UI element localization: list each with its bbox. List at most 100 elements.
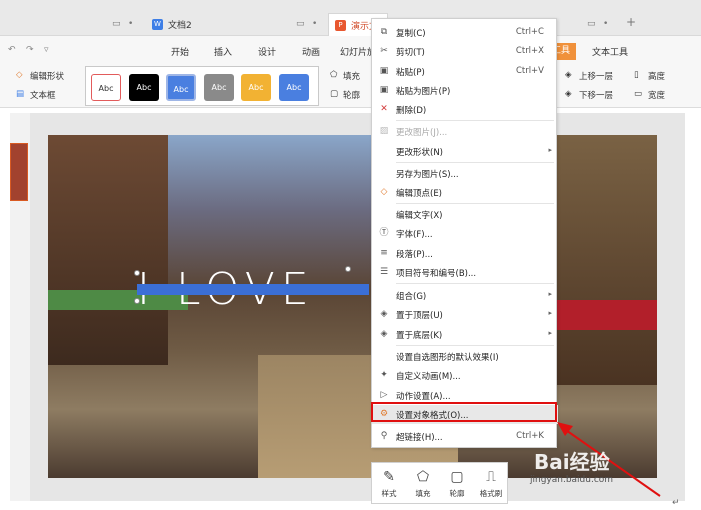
outline-square-icon: ▢ [450, 469, 464, 485]
style-swatch-blue-2[interactable]: Abc [279, 74, 309, 101]
scissors-icon: ✂ [380, 46, 388, 56]
title-bar: ▭ • W 文档2 ▭ • P 演示文 ▭ • + [0, 0, 701, 36]
pin-icon[interactable]: • [312, 19, 317, 29]
selection-handle[interactable] [134, 298, 140, 304]
pin-icon[interactable]: • [128, 19, 133, 29]
textbox-icon[interactable]: ▤ [16, 89, 24, 99]
menu-item-hyperlink[interactable]: ⚲ 超链接(H)... Ctrl+K [372, 427, 558, 446]
style-swatch-blue[interactable]: Abc [166, 74, 196, 101]
paragraph-icon: ≡ [380, 248, 388, 258]
monitor-icon[interactable]: ▭ [112, 19, 121, 29]
submenu-arrow-icon: ▸ [548, 290, 552, 298]
menu-item-paste[interactable]: ▣ 粘贴(P) Ctrl+V [372, 62, 558, 81]
menu-home[interactable]: 开始 [171, 45, 189, 58]
style-swatch-yellow[interactable]: Abc [241, 74, 271, 101]
width-icon: ▭ [634, 89, 643, 99]
width-label: 宽度 [648, 91, 666, 101]
menu-item-save-as-image[interactable]: 另存为图片(S)... [372, 164, 558, 183]
bullets-icon: ☰ [379, 267, 389, 277]
menu-text-tools[interactable]: 文本工具 [592, 45, 628, 58]
menu-separator [396, 162, 554, 163]
menu-item-send-to-back[interactable]: ◈ 置于底层(K) ▸ [372, 325, 558, 344]
play-icon: ▷ [380, 390, 388, 400]
undo-icon[interactable]: ↶ [8, 45, 16, 55]
presentation-icon: P [335, 19, 346, 31]
selection-handle[interactable] [134, 270, 140, 276]
animation-icon: ✦ [380, 370, 388, 380]
menu-insert[interactable]: 插入 [214, 45, 232, 58]
menu-item-group[interactable]: 组合(G) ▸ [372, 286, 558, 305]
menu-separator [396, 283, 554, 284]
pin-icon[interactable]: • [603, 19, 608, 29]
selected-shape[interactable] [137, 284, 369, 295]
menu-item-custom-animation[interactable]: ✦ 自定义动画(M)... [372, 366, 558, 385]
outline-button[interactable]: 轮廓 [343, 89, 360, 101]
height-icon: ▯ [634, 70, 639, 80]
menu-animation[interactable]: 动画 [302, 45, 320, 58]
mini-outline-button[interactable]: ▢ 轮廓 [440, 466, 474, 502]
menu-item-font[interactable]: Ⓣ 字体(F)... [372, 224, 558, 243]
change-image-icon: ▨ [379, 126, 389, 136]
outline-icon[interactable]: ▢ [330, 89, 338, 99]
mini-fill-button[interactable]: ⬠ 填充 [406, 466, 440, 502]
menu-item-set-default[interactable]: 设置自选图形的默认效果(I) [372, 347, 558, 366]
edit-shape-button[interactable]: 编辑形状 [30, 70, 64, 82]
style-swatch-black[interactable]: Abc [129, 74, 159, 101]
menu-separator [396, 120, 554, 121]
edit-points-icon: ◇ [380, 187, 388, 197]
fill-button[interactable]: 填充 [343, 70, 360, 82]
menu-item-paragraph[interactable]: ≡ 段落(P)... [372, 244, 558, 263]
menu-item-change-image: ▨ 更改图片(J)... [379, 126, 448, 138]
building-left [48, 135, 168, 365]
menu-design[interactable]: 设计 [258, 45, 276, 58]
bring-forward-button[interactable]: 上移一层 [579, 70, 613, 82]
height-label: 高度 [648, 72, 666, 82]
context-menu: ⧉ 复制(C) Ctrl+C ✂ 剪切(T) Ctrl+X ▣ 粘贴(P) Ctrl+V ▣… [371, 18, 558, 448]
textbox-button[interactable]: 文本框 [30, 89, 56, 101]
delete-icon: ✕ [380, 104, 388, 114]
menu-item-bring-to-front[interactable]: ◈ 置于顶层(U) ▸ [372, 305, 558, 324]
menu-bar: ↶ ↷ ▿ 开始 插入 设计 动画 幻灯片放 文本工具 [0, 36, 701, 62]
menu-item-cut[interactable]: ✂ 剪切(T) Ctrl+X [372, 42, 558, 61]
style-swatch-gray[interactable]: Abc [204, 74, 234, 101]
quick-access-icon[interactable]: ▿ [44, 45, 49, 55]
menu-separator [396, 203, 554, 204]
mini-style-button[interactable]: ✎ 样式 [372, 466, 406, 502]
edit-shape-icon[interactable]: ◇ [16, 70, 23, 80]
shape-style-gallery: Abc Abc Abc Abc Abc Abc [85, 66, 319, 106]
fill-icon[interactable]: ⬠ [330, 70, 337, 80]
send-backward-button[interactable]: 下移一层 [579, 89, 613, 101]
menu-item-copy[interactable]: ⧉ 复制(C) Ctrl+C [372, 23, 558, 42]
tab-document-label: 文档2 [168, 21, 192, 31]
submenu-arrow-icon: ▸ [548, 309, 552, 317]
monitor-icon[interactable]: ▭ [587, 19, 596, 29]
bring-forward-icon[interactable]: ◈ [565, 70, 572, 80]
monitor-icon[interactable]: ▭ [296, 19, 305, 29]
submenu-arrow-icon: ▸ [548, 146, 552, 154]
return-mark-icon: ↵ [672, 498, 680, 508]
rotation-handle[interactable] [345, 266, 351, 272]
send-backward-icon[interactable]: ◈ [565, 89, 572, 99]
add-tab-icon[interactable]: + [626, 15, 636, 29]
menu-item-edit-points[interactable]: ◇ 编辑顶点(E) [372, 183, 558, 202]
submenu-arrow-icon: ▸ [548, 329, 552, 337]
menu-item-change-shape[interactable]: 更改形状(N) ▸ [372, 142, 558, 161]
menu-item-edit-text[interactable]: 编辑文字(X) [372, 205, 558, 224]
format-painter-icon: ⎍ [486, 469, 496, 485]
watermark-url: jingyan.baidu.com [530, 475, 614, 485]
slide-thumbnail[interactable] [10, 143, 28, 201]
style-swatch-outline-red[interactable]: Abc [91, 74, 121, 101]
link-icon: ⚲ [380, 431, 388, 441]
bring-to-front-icon: ◈ [380, 309, 388, 319]
font-icon: Ⓣ [379, 228, 389, 238]
mini-format-painter-button[interactable]: ⎍ 格式刷 [474, 466, 508, 502]
menu-item-bullets[interactable]: ☰ 项目符号和编号(B)... [372, 263, 558, 282]
copy-icon: ⧉ [380, 27, 388, 37]
menu-item-delete[interactable]: ✕ 删除(D) [372, 100, 558, 119]
redo-icon[interactable]: ↷ [26, 45, 34, 55]
writer-icon: W [152, 19, 163, 30]
fill-bucket-icon: ⬠ [416, 469, 430, 485]
menu-item-paste-as-image[interactable]: ▣ 粘贴为图片(P) [372, 81, 558, 100]
paste-image-icon: ▣ [379, 85, 389, 95]
menu-separator [396, 345, 554, 346]
